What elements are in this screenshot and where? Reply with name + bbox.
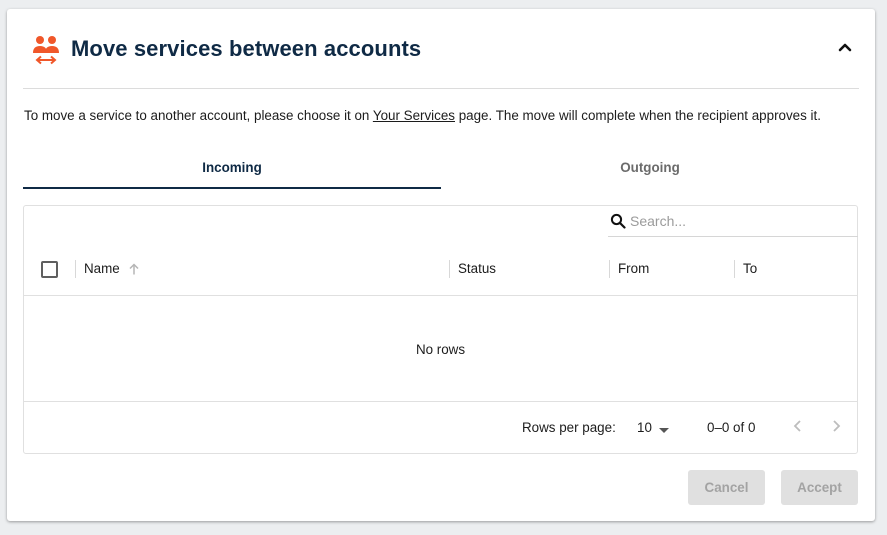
move-services-panel: Move services between accounts To move a… <box>7 9 875 521</box>
search-input[interactable] <box>630 210 850 232</box>
column-header-status[interactable]: Status <box>458 260 496 278</box>
rows-per-page-value: 10 <box>637 420 652 435</box>
column-separator <box>734 260 735 278</box>
rows-per-page-select[interactable]: 10 <box>637 417 675 439</box>
next-page-button[interactable] <box>822 414 850 442</box>
active-tab-indicator <box>23 187 441 189</box>
tab-outgoing[interactable]: Outgoing <box>441 146 859 188</box>
collapse-button[interactable] <box>831 35 859 63</box>
select-all-checkbox[interactable] <box>41 261 58 278</box>
column-header-to[interactable]: To <box>743 260 757 278</box>
column-header-from[interactable]: From <box>618 260 649 278</box>
accept-button[interactable]: Accept <box>781 470 858 505</box>
column-header-name[interactable]: Name <box>84 260 120 278</box>
direction-tabs: Incoming Outgoing <box>23 146 858 190</box>
sort-ascending-icon[interactable] <box>127 262 141 276</box>
panel-title: Move services between accounts <box>71 36 422 61</box>
chevron-right-icon <box>830 419 842 438</box>
chevron-left-icon <box>792 419 804 438</box>
search-icon <box>610 213 626 229</box>
chevron-up-icon <box>837 39 853 60</box>
previous-page-button[interactable] <box>784 414 812 442</box>
description-text-before: To move a service to another account, pl… <box>24 108 373 123</box>
search-box <box>608 206 858 237</box>
empty-state-message: No rows <box>415 341 466 357</box>
your-services-link[interactable]: Your Services <box>373 108 455 123</box>
services-data-grid: Name Status From To No rows Rows per pag… <box>23 205 858 454</box>
rows-per-page-label: Rows per page: <box>522 420 616 435</box>
tab-incoming[interactable]: Incoming <box>23 146 441 188</box>
grid-pagination: Rows per page: 10 0–0 of 0 <box>24 401 857 453</box>
column-separator <box>609 260 610 278</box>
description-text-after: page. The move will complete when the re… <box>455 108 821 123</box>
column-separator <box>449 260 450 278</box>
panel-header: Move services between accounts <box>23 29 859 89</box>
grid-header-row: Name Status From To <box>24 243 857 296</box>
move-description: To move a service to another account, pl… <box>24 108 821 123</box>
pagination-range: 0–0 of 0 <box>707 420 756 435</box>
caret-down-icon <box>658 423 670 433</box>
users-transfer-icon <box>31 33 63 67</box>
cancel-button[interactable]: Cancel <box>688 470 765 505</box>
column-separator <box>75 260 76 278</box>
